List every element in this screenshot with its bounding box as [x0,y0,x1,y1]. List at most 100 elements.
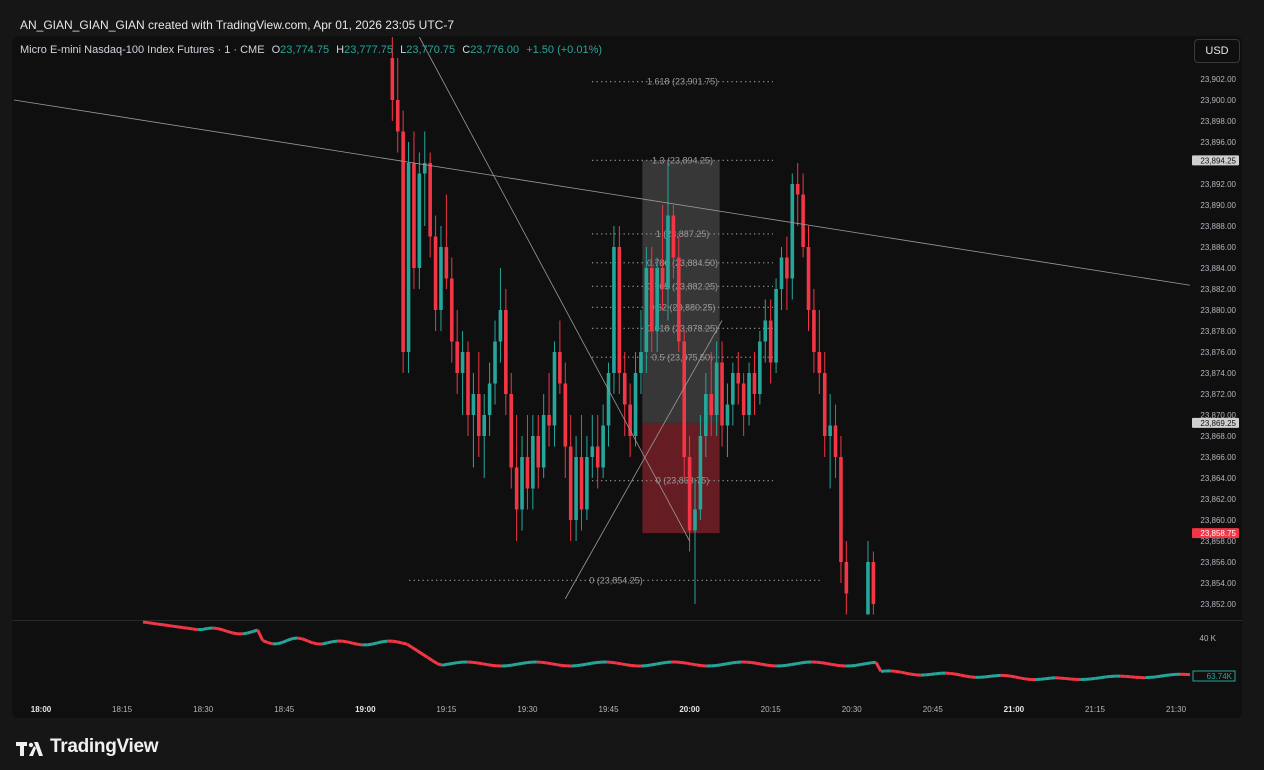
volume-segment [162,623,169,627]
volume-segment [681,660,687,665]
volume-segment [481,662,488,667]
volume-segment [431,659,438,665]
price-axis-tick: 23,856.00 [1200,558,1236,567]
price-axis-tick: 23,900.00 [1200,96,1236,105]
price-badge-label: 23,894.25 [1200,156,1236,165]
candle-body [714,362,719,415]
candle-body [498,310,503,342]
volume-segment [292,636,298,641]
time-axis-tick: 19:15 [436,705,457,714]
volume-segment [1164,673,1171,678]
price-badge: 23,894.25 [1192,155,1239,166]
volume-segment [436,662,443,667]
candle-body [401,131,405,352]
volume-segment [830,662,837,667]
time-axis-tick: 20:30 [842,705,863,714]
candle-body [433,236,438,310]
volume-segment [152,621,159,626]
candle-body [774,289,778,363]
candle-body [417,173,422,268]
close-value: 23,776.00 [470,44,520,56]
symbol-title[interactable]: Micro E-mini Nasdaq-100 Index Futures · … [20,44,265,56]
volume-segment [426,655,433,662]
volume-segment [800,660,807,665]
volume-segment [691,662,697,667]
volume-segment [850,663,857,668]
candle-body [525,457,530,489]
volume-segment [960,673,966,678]
volume-segment [212,626,218,631]
price-axis-tick: 23,888.00 [1200,222,1236,231]
candle-body [655,268,659,331]
candle-body [687,457,692,531]
candle-body [585,457,589,510]
volume-segment [1040,677,1046,681]
candle-body [660,268,665,289]
volume-segment [835,663,842,668]
volume-axis-tick: 40 K [1200,634,1217,643]
volume-segment [297,636,303,641]
volume-segment [312,641,318,646]
volume-segment [874,661,883,673]
candle-body [758,341,762,394]
price-axis-tick: 23,854.00 [1200,579,1236,588]
candle-body [574,457,578,520]
price-axis-tick: 23,858.00 [1200,537,1236,546]
price-badge-label: 23,869.25 [1200,419,1236,428]
volume-segment [556,663,563,667]
volume-segment [661,660,667,665]
price-axis-tick: 23,902.00 [1200,75,1236,84]
volume-segment [441,662,448,667]
volume-segment [392,639,398,644]
volume-segment [1095,676,1101,680]
volume-segment [282,638,289,644]
candle-body [693,509,697,531]
volume-segment [187,626,194,631]
volume-segment [1020,676,1026,681]
candle-body [601,425,605,468]
fib-level-label: 0 (23,854.25) [589,575,643,585]
volume-segment [965,674,971,679]
open-value: 23,774.75 [280,44,330,56]
time-axis-tick: 21:30 [1166,705,1187,714]
candle-body [785,257,789,279]
candle-body [839,457,843,562]
volume-segment [182,626,189,630]
volume-segment [382,639,388,644]
candle-body [822,373,827,436]
candle-body [801,194,805,247]
volume-segment [895,669,902,674]
volume-segment [646,663,652,668]
volume-segment [371,641,378,646]
open-label: O [271,44,281,56]
time-axis-tick: 20:45 [923,705,944,714]
volume-segment [267,641,274,646]
volume-segment [955,672,961,677]
volume-segment [586,661,592,666]
volume-segment [696,663,702,668]
price-chart[interactable]: 1.618 (23,901.75) 1.3 (23,894.25) 1 (23,88… [0,0,1264,770]
volume-segment [760,662,767,667]
candle-body [633,373,638,436]
candle-body [806,247,811,310]
volume-segment [242,631,248,636]
volume-segment [262,639,269,644]
candle-body [520,457,524,510]
volume-segment [222,628,229,633]
candle-body [514,467,519,510]
price-axis-tick: 23,890.00 [1200,201,1236,210]
price-axis-tick: 23,852.00 [1200,600,1236,609]
fib-level-label: 0.62 (23,880.25) [649,302,715,312]
volume-segment [521,661,528,665]
volume-segment [192,627,199,632]
candle-body [444,247,449,279]
price-badge: 23,869.25 [1192,417,1239,428]
candle-body [482,415,487,436]
candle-body [509,394,514,468]
candle-body [649,268,654,331]
candle-body [763,320,768,342]
currency-button[interactable]: USD [1194,39,1240,63]
volume-segment [930,672,936,676]
time-axis-tick: 18:00 [31,705,52,714]
candle-body [871,562,876,604]
